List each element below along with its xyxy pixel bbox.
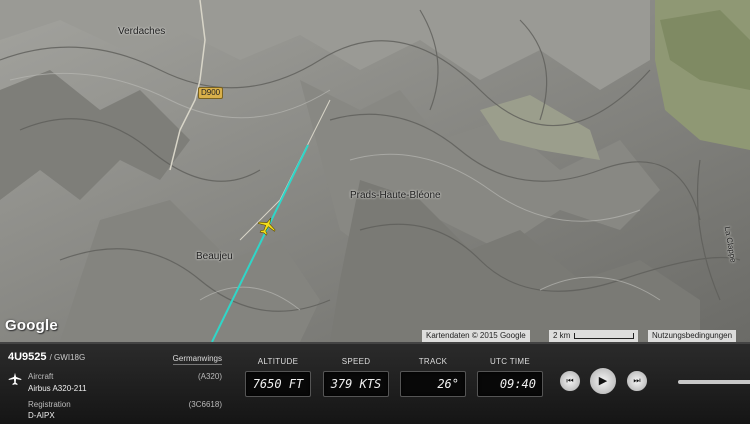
road-label: D900: [198, 87, 224, 99]
aircraft-label: Aircraft: [28, 372, 54, 381]
flight-path: [211, 144, 309, 342]
utc-value: 09:40: [477, 371, 543, 397]
speed-value: 379 KTS: [323, 371, 389, 397]
map-scale: 2 km: [549, 330, 639, 342]
play-button[interactable]: ▶: [589, 367, 617, 395]
utc-label: UTC TIME: [489, 357, 531, 366]
map-view[interactable]: Verdaches Prads-Haute-Bléone Beaujeu La …: [0, 0, 750, 342]
flight-details: 4U9525 / GWI18G Germanwings Aircraft (A3…: [0, 344, 228, 424]
terms-link[interactable]: Nutzungsbedingungen: [648, 330, 737, 342]
track-label: TRACK: [418, 357, 448, 366]
altitude-metric: ALTITUDE 7650 FT: [243, 344, 313, 397]
place-label-beaujeu: Beaujeu: [196, 251, 233, 262]
rewind-button[interactable]: ⏮: [559, 370, 581, 392]
registration-label: Registration: [28, 400, 71, 409]
place-label-prads: Prads-Haute-Bléone: [350, 190, 441, 201]
track-metric: TRACK 26°: [398, 344, 468, 397]
google-logo: Google: [5, 317, 58, 334]
flight-info-panel: 4U9525 / GWI18G Germanwings Aircraft (A3…: [0, 342, 750, 424]
flight-number-line: 4U9525 / GWI18G: [8, 351, 85, 363]
scale-label: 2 km: [553, 331, 571, 340]
place-label-verdaches: Verdaches: [118, 26, 166, 37]
speed-metric: SPEED 379 KTS: [321, 344, 391, 397]
airline-name: Germanwings: [172, 354, 222, 365]
speed-label: SPEED: [341, 357, 371, 366]
utc-metric: UTC TIME 09:40: [475, 344, 545, 397]
forward-button[interactable]: ⏭: [626, 370, 648, 392]
flight-number: 4U9525: [8, 351, 47, 363]
aircraft-type: Airbus A320-211: [28, 384, 87, 393]
altitude-label: ALTITUDE: [257, 357, 299, 366]
callsign: / GWI18G: [49, 353, 86, 362]
track-value: 26°: [400, 371, 466, 397]
registration-value: D-AIPX: [28, 411, 55, 420]
airplane-icon: [8, 372, 24, 388]
altitude-value: 7650 FT: [245, 371, 311, 397]
aircraft-type-code: (A320): [197, 372, 222, 381]
hex-code: (3C6618): [188, 400, 222, 409]
timeline-slider[interactable]: [678, 380, 750, 384]
map-attribution[interactable]: Kartendaten © 2015 Google: [422, 330, 530, 342]
scale-bar: [574, 332, 635, 339]
